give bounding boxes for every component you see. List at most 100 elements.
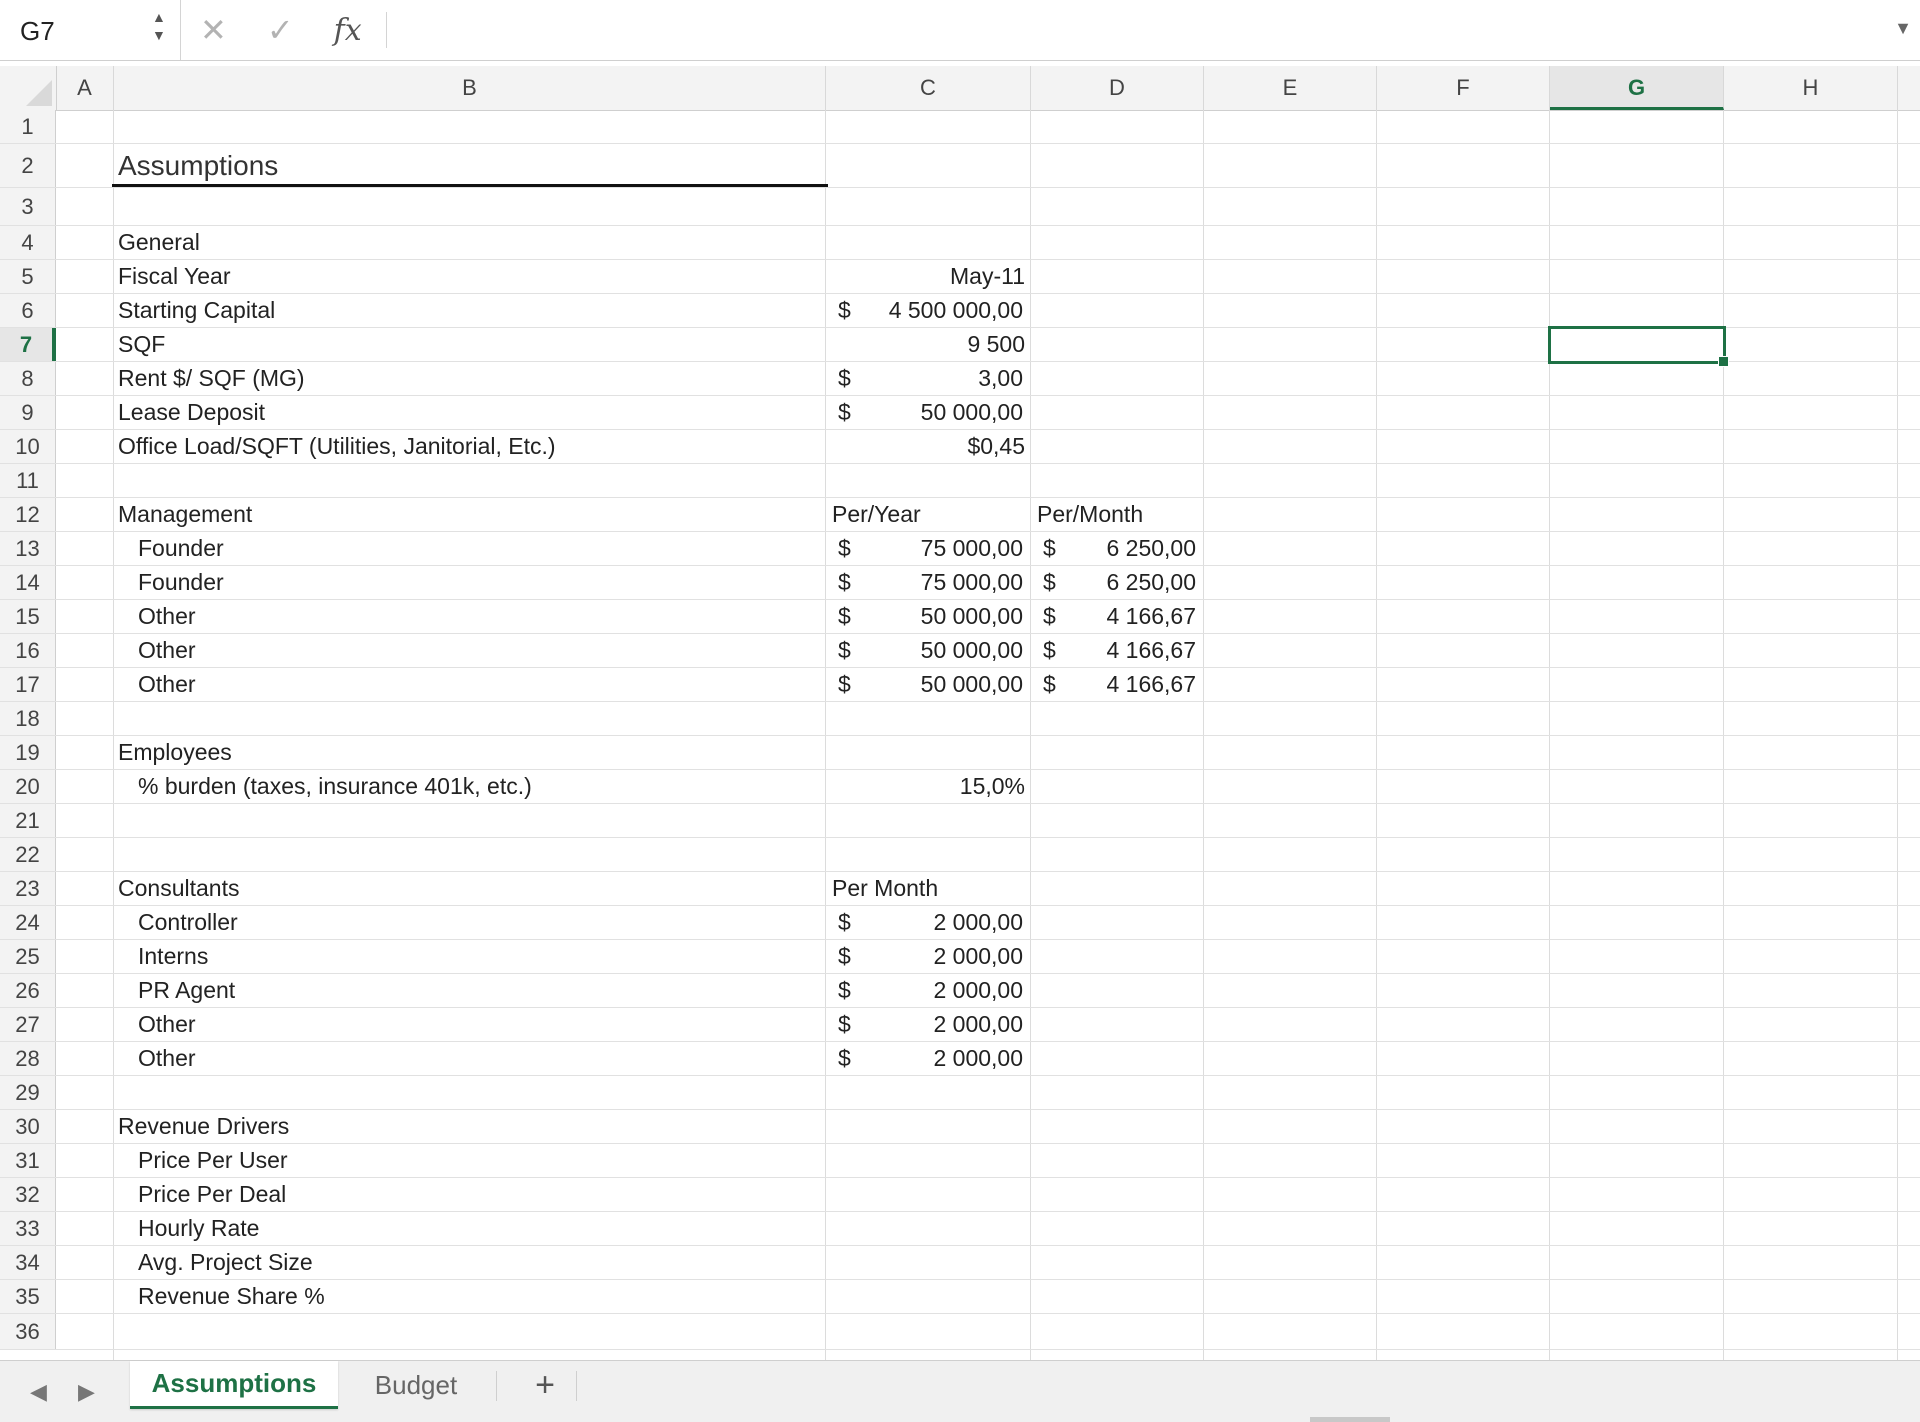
column-header-g[interactable]: G <box>1550 66 1724 110</box>
row-header[interactable]: 11 <box>0 464 56 497</box>
row-header[interactable]: 35 <box>0 1280 56 1313</box>
row-header[interactable]: 15 <box>0 600 56 633</box>
cell-b16[interactable]: Other <box>114 634 826 667</box>
cell-d17[interactable]: $4 166,67 <box>1031 668 1204 701</box>
cell-c12[interactable]: Per/Year <box>826 498 1031 531</box>
name-box[interactable]: G7 ▲ ▼ <box>0 0 181 60</box>
cell-b20[interactable]: % burden (taxes, insurance 401k, etc.) <box>114 770 826 803</box>
tab-budget[interactable]: Budget <box>340 1361 492 1409</box>
row-header[interactable]: 8 <box>0 362 56 395</box>
cell-b5[interactable]: Fiscal Year <box>114 260 826 293</box>
cell-c5[interactable]: May-11 <box>826 260 1031 293</box>
selected-cell-g7[interactable] <box>1548 326 1729 367</box>
cell-b35[interactable]: Revenue Share % <box>114 1280 826 1313</box>
cell-c6[interactable]: $4 500 000,00 <box>826 294 1031 327</box>
cell-c28[interactable]: $2 000,00 <box>826 1042 1031 1075</box>
cell-c20[interactable]: 15,0% <box>826 770 1031 803</box>
name-box-stepper[interactable]: ▲ ▼ <box>152 8 166 44</box>
column-header-h[interactable]: H <box>1724 66 1898 110</box>
cell-b7[interactable]: SQF <box>114 328 826 361</box>
row-header[interactable]: 20 <box>0 770 56 803</box>
row-header[interactable]: 4 <box>0 226 56 259</box>
row-header[interactable]: 24 <box>0 906 56 939</box>
row-header[interactable]: 1 <box>0 110 56 143</box>
tab-assumptions[interactable]: Assumptions <box>130 1361 338 1409</box>
cell-c10[interactable]: $0,45 <box>826 430 1031 463</box>
row-header[interactable]: 7 <box>0 328 56 361</box>
row-header[interactable]: 18 <box>0 702 56 735</box>
row-header[interactable]: 33 <box>0 1212 56 1245</box>
cell-b24[interactable]: Controller <box>114 906 826 939</box>
cell-b12[interactable]: Management <box>114 498 826 531</box>
cell-c8[interactable]: $3,00 <box>826 362 1031 395</box>
next-sheet-icon[interactable]: ▶ <box>78 1379 95 1405</box>
row-header[interactable]: 29 <box>0 1076 56 1109</box>
cell-b8[interactable]: Rent $/ SQF (MG) <box>114 362 826 395</box>
cell-b9[interactable]: Lease Deposit <box>114 396 826 429</box>
cell-d14[interactable]: $6 250,00 <box>1031 566 1204 599</box>
row-header[interactable]: 31 <box>0 1144 56 1177</box>
select-all-corner[interactable] <box>0 66 57 110</box>
row-header[interactable]: 22 <box>0 838 56 871</box>
cell-b19[interactable]: Employees <box>114 736 826 769</box>
cell-c15[interactable]: $50 000,00 <box>826 600 1031 633</box>
row-header[interactable]: 12 <box>0 498 56 531</box>
row-header[interactable]: 27 <box>0 1008 56 1041</box>
cell-b27[interactable]: Other <box>114 1008 826 1041</box>
column-header-f[interactable]: F <box>1377 66 1550 110</box>
cell-b23[interactable]: Consultants <box>114 872 826 905</box>
formula-expand-icon[interactable]: ▼ <box>1894 18 1912 39</box>
cell-d16[interactable]: $4 166,67 <box>1031 634 1204 667</box>
cell-c26[interactable]: $2 000,00 <box>826 974 1031 1007</box>
row-header[interactable]: 2 <box>0 144 56 187</box>
cell-c7[interactable]: 9 500 <box>826 328 1031 361</box>
confirm-icon[interactable]: ✓ <box>267 11 294 49</box>
spreadsheet-grid[interactable]: A B C D E F G H 1 2 Assumptions 3 4 Gene… <box>0 66 1920 1361</box>
name-box-value[interactable]: G7 <box>20 16 55 47</box>
cell-b28[interactable]: Other <box>114 1042 826 1075</box>
add-sheet-button[interactable]: + <box>520 1365 570 1405</box>
function-icon[interactable]: fx <box>334 13 362 48</box>
column-header-b[interactable]: B <box>114 66 826 110</box>
cell-d15[interactable]: $4 166,67 <box>1031 600 1204 633</box>
row-header[interactable]: 3 <box>0 188 56 225</box>
row-header[interactable]: 13 <box>0 532 56 565</box>
row-header[interactable]: 19 <box>0 736 56 769</box>
cell-b34[interactable]: Avg. Project Size <box>114 1246 826 1279</box>
row-header[interactable]: 9 <box>0 396 56 429</box>
row-header[interactable]: 17 <box>0 668 56 701</box>
cell-b32[interactable]: Price Per Deal <box>114 1178 826 1211</box>
column-header-d[interactable]: D <box>1031 66 1204 110</box>
row-header[interactable]: 6 <box>0 294 56 327</box>
cell-b25[interactable]: Interns <box>114 940 826 973</box>
cell-c13[interactable]: $75 000,00 <box>826 532 1031 565</box>
column-header-e[interactable]: E <box>1204 66 1377 110</box>
cell-b10[interactable]: Office Load/SQFT (Utilities, Janitorial,… <box>114 430 826 463</box>
cell-b30[interactable]: Revenue Drivers <box>114 1110 826 1143</box>
column-header-c[interactable]: C <box>826 66 1031 110</box>
row-header[interactable]: 30 <box>0 1110 56 1143</box>
row-header[interactable]: 23 <box>0 872 56 905</box>
cell-b31[interactable]: Price Per User <box>114 1144 826 1177</box>
cell-b26[interactable]: PR Agent <box>114 974 826 1007</box>
cell-c17[interactable]: $50 000,00 <box>826 668 1031 701</box>
cell-d12[interactable]: Per/Month <box>1031 498 1204 531</box>
horizontal-scrollbar[interactable] <box>1310 1417 1390 1422</box>
cell-c23[interactable]: Per Month <box>826 872 1031 905</box>
cell-b14[interactable]: Founder <box>114 566 826 599</box>
row-header[interactable]: 5 <box>0 260 56 293</box>
cell-b33[interactable]: Hourly Rate <box>114 1212 826 1245</box>
cell-c25[interactable]: $2 000,00 <box>826 940 1031 973</box>
row-header[interactable]: 34 <box>0 1246 56 1279</box>
cell-c14[interactable]: $75 000,00 <box>826 566 1031 599</box>
cell-b2[interactable]: Assumptions <box>114 144 826 187</box>
cell-d13[interactable]: $6 250,00 <box>1031 532 1204 565</box>
cell-c16[interactable]: $50 000,00 <box>826 634 1031 667</box>
row-header[interactable]: 10 <box>0 430 56 463</box>
cell-c24[interactable]: $2 000,00 <box>826 906 1031 939</box>
row-header[interactable]: 36 <box>0 1314 56 1349</box>
row-header[interactable]: 28 <box>0 1042 56 1075</box>
formula-input[interactable] <box>392 8 1880 54</box>
cell-b15[interactable]: Other <box>114 600 826 633</box>
cell-b13[interactable]: Founder <box>114 532 826 565</box>
